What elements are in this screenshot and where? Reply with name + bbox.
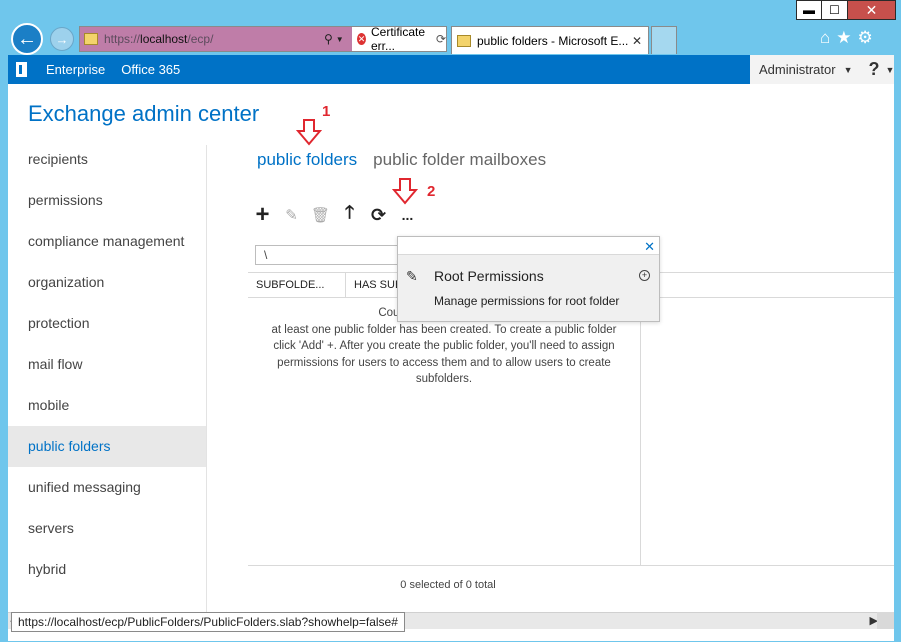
enterprise-link[interactable]: Enterprise	[46, 62, 105, 77]
cert-error-icon: ✕	[357, 33, 366, 45]
maximize-icon: ☐	[829, 3, 840, 17]
nav-item-compliance-management[interactable]: compliance management	[8, 221, 206, 262]
nav-item-recipients[interactable]: recipients	[8, 139, 206, 180]
close-window-button[interactable]: ✕	[848, 0, 896, 20]
browser-tab[interactable]: public folders - Microsoft E... ✕	[451, 26, 649, 54]
admin-name[interactable]: Administrator	[759, 62, 836, 77]
sub-tabs: public folders public folder mailboxes	[257, 150, 546, 170]
grid-divider	[640, 297, 641, 565]
more-options-flyout: ✕ ✎ Root Permissions + Manage permission…	[397, 236, 660, 322]
grid-column-headers: SUBFOLDE... HAS SUB	[248, 273, 406, 297]
expand-plus-icon[interactable]: +	[639, 270, 650, 281]
tab-public-folders[interactable]: public folders	[257, 150, 357, 170]
new-tab-button[interactable]	[651, 26, 677, 54]
annotation-number-1: 1	[322, 103, 331, 120]
admin-caret-icon[interactable]: ▼	[844, 65, 853, 75]
move-up-button[interactable]: 🡑	[335, 202, 364, 227]
window-caption: ▬ ☐ ✕	[796, 0, 896, 21]
root-permissions-menu-item[interactable]: ✎ Root Permissions + Manage permissions …	[398, 254, 659, 321]
url-path: /ecp/	[187, 32, 214, 46]
nav-item-protection[interactable]: protection	[8, 303, 206, 344]
add-button[interactable]: +	[248, 201, 277, 228]
annotation-number-2: 2	[427, 183, 436, 200]
forward-button[interactable]: →	[50, 27, 74, 51]
forward-arrow-icon: →	[55, 31, 69, 47]
flyout-close-icon[interactable]: ✕	[644, 239, 655, 255]
browser-toolbar-icons: ⌂ ★ ⚙	[820, 28, 873, 48]
edit-button[interactable]: ✎	[277, 203, 306, 227]
help-caret-icon[interactable]: ▼	[886, 65, 895, 75]
scrollbar-corner	[877, 612, 894, 629]
nav-item-organization[interactable]: organization	[8, 262, 206, 303]
more-options-button[interactable]: ...	[393, 203, 422, 227]
nav-separator	[206, 145, 207, 615]
favorites-star-icon[interactable]: ★	[836, 28, 851, 48]
back-arrow-icon: ←	[17, 27, 37, 50]
tab-favicon-icon	[457, 34, 471, 47]
ellipsis-icon: ...	[401, 207, 414, 223]
action-toolbar: + ✎ 🗑 🡑 ⟳ ...	[248, 201, 422, 228]
selection-count: 0 selected of 0 total	[400, 579, 496, 591]
nav-item-servers[interactable]: servers	[8, 508, 206, 549]
url-protocol: https://	[104, 32, 141, 46]
menu-item-title[interactable]: Root Permissions	[434, 268, 544, 284]
home-icon[interactable]: ⌂	[820, 28, 830, 48]
close-icon: ✕	[865, 1, 878, 18]
pencil-icon: ✎	[285, 207, 298, 224]
back-button[interactable]: ←	[11, 23, 43, 55]
address-bar[interactable]: https://localhost/ecp/ ⚲ ▼ ✕ Certificate …	[79, 25, 447, 53]
dropdown-caret-icon[interactable]: ▼	[336, 35, 344, 44]
nav-item-permissions[interactable]: permissions	[8, 180, 206, 221]
nav-item-unified-messaging[interactable]: unified messaging	[8, 467, 206, 508]
office-logo-icon	[16, 61, 32, 78]
certificate-error[interactable]: ✕ Certificate err... ⟳	[352, 25, 446, 53]
nav-item-hybrid[interactable]: hybrid	[8, 549, 206, 590]
annotation-arrow-2-icon	[392, 178, 418, 205]
search-icon[interactable]: ⚲	[324, 32, 333, 46]
address-tools[interactable]: ⚲ ▼	[324, 27, 352, 51]
nav-item-public-folders[interactable]: public folders	[8, 426, 206, 467]
url-host: localhost	[140, 32, 188, 46]
folder-path-field[interactable]: \	[255, 245, 401, 265]
tab-title: public folders - Microsoft E...	[477, 33, 629, 48]
user-menu[interactable]: Administrator ▼ ? ▼	[750, 55, 894, 84]
cert-error-text: Certificate err...	[370, 25, 426, 53]
address-url[interactable]: https://localhost/ecp/	[80, 27, 324, 51]
minimize-icon: ▬	[803, 3, 815, 17]
maximize-button[interactable]: ☐	[822, 0, 848, 20]
menu-item-description: Manage permissions for root folder	[434, 294, 620, 308]
empty-message-line: permissions for users to access them and…	[277, 356, 611, 369]
empty-message-line: click 'Add' +. After you create the publ…	[273, 340, 615, 352]
tab-public-folder-mailboxes[interactable]: public folder mailboxes	[373, 150, 546, 170]
left-navigation: recipients permissions compliance manage…	[8, 139, 206, 590]
annotation-arrow-1-icon	[296, 119, 322, 146]
delete-button[interactable]: 🗑	[306, 203, 335, 227]
empty-message-line: subfolders.	[415, 373, 473, 385]
top-navigation-bar: Enterprise Office 365 Administrator ▼ ? …	[8, 55, 894, 84]
plus-icon: +	[255, 201, 270, 228]
page-favicon-icon	[84, 33, 98, 45]
office365-link[interactable]: Office 365	[121, 62, 180, 77]
app-title: Exchange admin center	[28, 101, 260, 126]
arrow-up-icon: 🡑	[344, 202, 355, 222]
details-pane-border	[640, 297, 894, 298]
browser-chrome: ← → https://localhost/ecp/ ⚲ ▼ ✕ Certific…	[0, 21, 901, 55]
nav-item-mobile[interactable]: mobile	[8, 385, 206, 426]
tab-close-icon[interactable]: ✕	[632, 34, 642, 48]
grid-bottom-border	[248, 565, 894, 566]
settings-gear-icon[interactable]: ⚙	[858, 28, 873, 48]
pencil-icon: ✎	[406, 268, 418, 284]
minimize-button[interactable]: ▬	[796, 0, 822, 20]
page-viewport: Enterprise Office 365 Administrator ▼ ? …	[8, 55, 894, 641]
help-button[interactable]: ?	[869, 59, 880, 80]
empty-message-line: at least one public folder has been crea…	[271, 323, 617, 336]
refresh-icon[interactable]: ⟳	[436, 32, 446, 46]
status-bar-url: https://localhost/ecp/PublicFolders/Publ…	[11, 612, 405, 632]
nav-item-mail-flow[interactable]: mail flow	[8, 344, 206, 385]
refresh-icon: ⟳	[370, 204, 387, 225]
column-header-subfolders[interactable]: SUBFOLDE...	[248, 273, 346, 297]
trash-icon: 🗑	[310, 207, 331, 224]
refresh-button[interactable]: ⟳	[364, 203, 393, 227]
